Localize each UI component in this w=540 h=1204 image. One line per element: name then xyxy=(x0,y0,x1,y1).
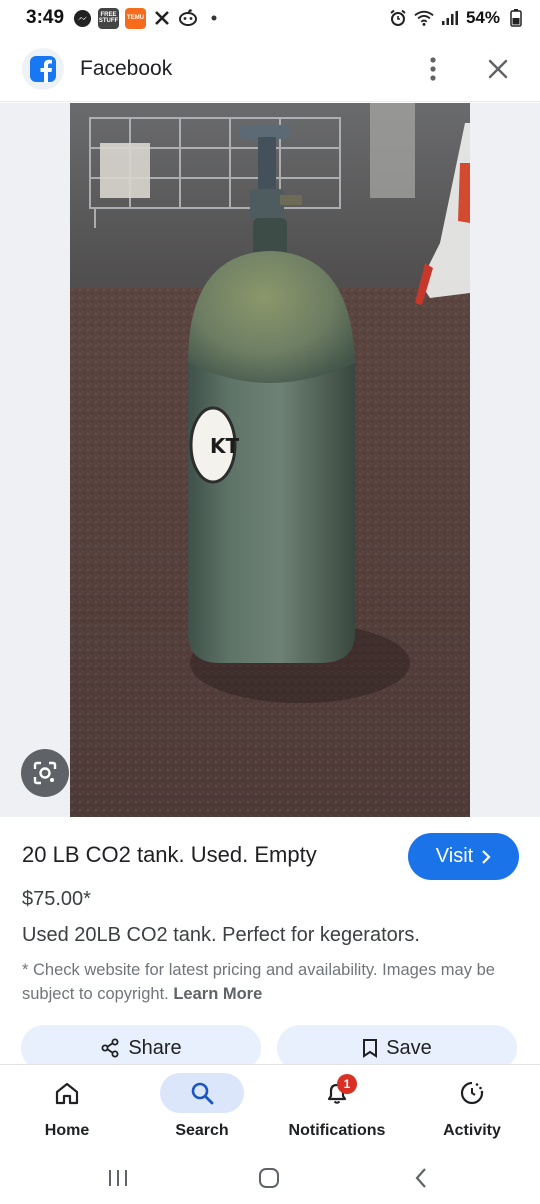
product-title: 20 LB CO2 tank. Used. Empty xyxy=(22,842,317,867)
share-label: Share xyxy=(128,1036,182,1059)
alien-app-icon xyxy=(178,8,198,28)
more-notifications-dot-icon xyxy=(204,8,224,28)
bookmark-icon xyxy=(363,1039,378,1058)
back-button[interactable] xyxy=(401,1160,441,1196)
system-navigation-bar xyxy=(0,1152,540,1204)
product-price: $75.00* xyxy=(22,888,91,910)
close-button[interactable] xyxy=(478,49,518,89)
system-indicators: 54% xyxy=(388,8,526,28)
more-vert-icon xyxy=(430,56,436,81)
battery-icon xyxy=(506,8,526,28)
back-icon xyxy=(415,1168,426,1188)
home-circle-icon xyxy=(259,1168,279,1188)
chevron-right-icon xyxy=(482,849,491,864)
alarm-icon xyxy=(388,8,408,28)
free-stuff-app-icon: FREE STUFF xyxy=(98,7,120,29)
close-icon xyxy=(488,59,508,78)
home-system-button[interactable] xyxy=(249,1160,289,1196)
nav-item-home[interactable]: Home xyxy=(22,1065,112,1153)
nav-item-activity[interactable]: Activity xyxy=(432,1065,512,1153)
active-nav-indicator xyxy=(160,1073,244,1113)
product-image[interactable]: KT xyxy=(70,103,470,817)
learn-more-link[interactable]: Learn More xyxy=(173,985,262,1003)
wifi-icon xyxy=(414,8,434,28)
signal-icon xyxy=(440,8,460,28)
google-lens-button[interactable] xyxy=(21,749,69,797)
search-icon xyxy=(191,1082,214,1105)
notification-badge: 1 xyxy=(337,1074,357,1094)
facebook-logo-icon xyxy=(22,47,64,90)
more-options-button[interactable] xyxy=(418,49,448,89)
app-header: Facebook xyxy=(0,36,540,102)
temu-app-icon: TEMU xyxy=(125,7,147,29)
nav-item-search[interactable]: Search xyxy=(159,1065,245,1153)
image-viewer: KT xyxy=(0,103,540,817)
home-icon xyxy=(55,1082,79,1105)
temu-label: TEMU xyxy=(127,15,145,21)
visit-label: Visit xyxy=(435,845,474,867)
nav-label-notifications: Notifications xyxy=(288,1122,386,1139)
messenger-icon xyxy=(72,8,92,28)
recents-icon xyxy=(109,1170,127,1186)
share-icon xyxy=(101,1038,119,1058)
nav-label-activity: Activity xyxy=(443,1122,501,1139)
nav-label-home: Home xyxy=(44,1122,90,1139)
product-description: Used 20LB CO2 tank. Perfect for kegerato… xyxy=(22,924,420,946)
recent-apps-button[interactable] xyxy=(98,1160,138,1196)
visit-button[interactable]: Visit xyxy=(408,833,519,880)
disclaimer-text: * Check website for latest pricing and a… xyxy=(22,958,522,1006)
x-app-icon xyxy=(152,8,172,28)
save-label: Save xyxy=(386,1036,432,1059)
nav-item-notifications[interactable]: 1 Notifications xyxy=(279,1065,395,1153)
battery-percent: 54% xyxy=(465,8,500,27)
status-time: 3:49 xyxy=(26,7,65,28)
activity-icon xyxy=(460,1081,484,1105)
nav-label-search: Search xyxy=(175,1122,229,1139)
free-stuff-label: FREE STUFF xyxy=(98,12,119,24)
notification-icons: FREE STUFF TEMU xyxy=(72,7,224,29)
lens-icon xyxy=(33,761,57,785)
bottom-navigation: Home Search 1 Notifications Activity xyxy=(0,1064,540,1152)
status-bar: 3:49 FREE STUFF TEMU 54% xyxy=(0,0,540,36)
svg-text:KT: KT xyxy=(210,434,239,458)
app-title: Facebook xyxy=(80,56,173,80)
